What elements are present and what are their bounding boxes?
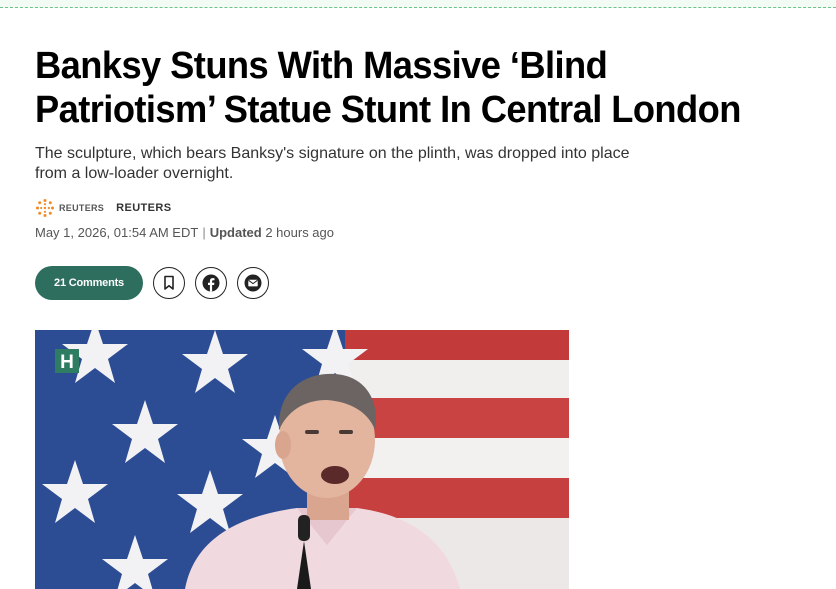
comments-button[interactable]: 21 Comments: [35, 266, 143, 300]
article-header: Banksy Stuns With Massive ‘Blind Patriot…: [35, 44, 825, 300]
source-logo[interactable]: REUTERS: [35, 198, 104, 218]
headline-line-2: Patriotism’ Statue Stunt In Central Lond…: [35, 89, 741, 131]
reuters-logo-icon: [36, 199, 54, 217]
updated-label: Updated: [209, 225, 262, 240]
hero-photo-illustration: H: [35, 330, 569, 589]
email-icon: [244, 274, 262, 292]
facebook-icon: [202, 274, 220, 292]
source-logo-text: REUTERS: [59, 203, 105, 213]
site-badge-letter: H: [60, 352, 74, 373]
bookmark-button[interactable]: [153, 267, 185, 299]
byline: REUTERS REUTERS: [35, 198, 825, 218]
top-dashed-border: [0, 0, 836, 8]
facebook-share-button[interactable]: [195, 267, 227, 299]
email-share-button[interactable]: [237, 267, 269, 299]
dateline: May 1, 2026, 01:54 AM EDT | Updated 2 hour…: [35, 225, 825, 240]
published-date: May 1, 2026, 01:54 AM EDT: [35, 225, 199, 240]
date-separator: |: [202, 225, 206, 240]
headline: Banksy Stuns With Massive ‘Blind Patriot…: [35, 44, 789, 132]
share-actions: 21 Comments: [35, 266, 825, 300]
author-name[interactable]: REUTERS: [116, 202, 171, 214]
article-hero-image: H: [35, 330, 569, 589]
bookmark-icon: [164, 275, 174, 290]
subheadline: The sculpture, which bears Banksy's sign…: [35, 145, 630, 182]
headline-line-1: Banksy Stuns With Massive ‘Blind: [35, 45, 608, 87]
updated-value: 2 hours ago: [265, 225, 334, 240]
